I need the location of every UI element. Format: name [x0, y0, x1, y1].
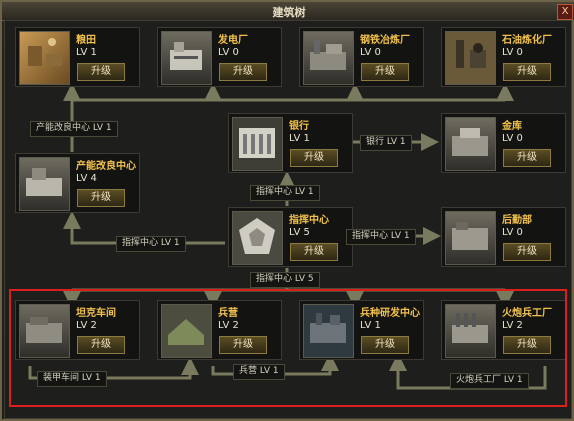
requirement-label: 火炮兵工厂 LV 1 — [450, 373, 529, 389]
building-name: 指挥中心 — [289, 215, 329, 226]
upgrade-button[interactable]: 升级 — [361, 63, 409, 81]
grain-field-icon — [19, 31, 70, 85]
steel-mill-icon — [303, 31, 354, 85]
requirement-label: 指挥中心 LV 5 — [250, 272, 320, 288]
command-center-icon — [232, 211, 283, 265]
building-level: LV 5 — [289, 227, 310, 238]
upgrade-button[interactable]: 升级 — [77, 63, 125, 81]
requirement-label: 指挥中心 LV 1 — [250, 185, 320, 201]
building-level: LV 2 — [76, 320, 97, 331]
building-oil-refinery[interactable]: 石油炼化厂 LV 0 升级 — [441, 27, 566, 87]
building-grain-field[interactable]: 粮田 LV 1 升级 — [15, 27, 140, 87]
building-name: 发电厂 — [218, 35, 248, 46]
building-artillery-factory[interactable]: 火炮兵工厂 LV 2 升级 — [441, 300, 566, 360]
upgrade-button[interactable]: 升级 — [361, 336, 409, 354]
vault-icon — [445, 117, 496, 171]
building-name: 兵种研发中心 — [360, 308, 420, 319]
building-name: 兵营 — [218, 308, 238, 319]
building-name: 钢铁冶炼厂 — [360, 35, 410, 46]
yield-center-icon — [19, 157, 70, 211]
building-name: 金库 — [502, 121, 522, 132]
requirement-label: 装甲车间 LV 1 — [37, 371, 107, 387]
upgrade-button[interactable]: 升级 — [77, 336, 125, 354]
upgrade-button[interactable]: 升级 — [77, 189, 125, 207]
building-level: LV 2 — [218, 320, 239, 331]
building-level: LV 1 — [360, 320, 381, 331]
building-name: 火炮兵工厂 — [502, 308, 552, 319]
upgrade-button[interactable]: 升级 — [290, 149, 338, 167]
building-arms-research[interactable]: 兵种研发中心 LV 1 升级 — [299, 300, 424, 360]
building-level: LV 0 — [360, 47, 381, 58]
building-name: 坦克车间 — [76, 308, 116, 319]
building-level: LV 1 — [76, 47, 97, 58]
upgrade-button[interactable]: 升级 — [219, 336, 267, 354]
building-logistics[interactable]: 后勤部 LV 0 升级 — [441, 207, 566, 267]
building-level: LV 0 — [502, 47, 523, 58]
building-level: LV 4 — [76, 173, 97, 184]
upgrade-button[interactable]: 升级 — [503, 336, 551, 354]
building-name: 粮田 — [76, 35, 96, 46]
building-name: 产能改良中心 — [76, 161, 136, 172]
building-name: 银行 — [289, 121, 309, 132]
building-command-center[interactable]: 指挥中心 LV 5 升级 — [228, 207, 353, 267]
building-tank-workshop[interactable]: 坦克车间 LV 2 升级 — [15, 300, 140, 360]
logistics-icon — [445, 211, 496, 265]
building-barracks[interactable]: 兵营 LV 2 升级 — [157, 300, 282, 360]
oil-refinery-icon — [445, 31, 496, 85]
building-name: 后勤部 — [502, 215, 532, 226]
building-vault[interactable]: 金库 LV 0 升级 — [441, 113, 566, 173]
artillery-factory-icon — [445, 304, 496, 358]
upgrade-button[interactable]: 升级 — [503, 243, 551, 261]
requirement-label: 产能改良中心 LV 1 — [30, 121, 118, 137]
building-level: LV 0 — [218, 47, 239, 58]
tank-workshop-icon — [19, 304, 70, 358]
bank-icon — [232, 117, 283, 171]
requirement-label: 指挥中心 LV 1 — [346, 229, 416, 245]
building-bank[interactable]: 银行 LV 1 升级 — [228, 113, 353, 173]
requirement-label: 银行 LV 1 — [360, 135, 412, 151]
building-yield-center[interactable]: 产能改良中心 LV 4 升级 — [15, 153, 140, 213]
building-steel-mill[interactable]: 钢铁冶炼厂 LV 0 升级 — [299, 27, 424, 87]
upgrade-button[interactable]: 升级 — [503, 149, 551, 167]
building-power-plant[interactable]: 发电厂 LV 0 升级 — [157, 27, 282, 87]
building-name: 石油炼化厂 — [502, 35, 552, 46]
power-plant-icon — [161, 31, 212, 85]
upgrade-button[interactable]: 升级 — [503, 63, 551, 81]
requirement-label: 兵营 LV 1 — [233, 364, 285, 380]
arms-research-icon — [303, 304, 354, 358]
barracks-icon — [161, 304, 212, 358]
building-level: LV 0 — [502, 227, 523, 238]
requirement-label: 指挥中心 LV 1 — [116, 236, 186, 252]
building-level: LV 1 — [289, 133, 310, 144]
upgrade-button[interactable]: 升级 — [290, 243, 338, 261]
building-level: LV 2 — [502, 320, 523, 331]
building-level: LV 0 — [502, 133, 523, 144]
upgrade-button[interactable]: 升级 — [219, 63, 267, 81]
